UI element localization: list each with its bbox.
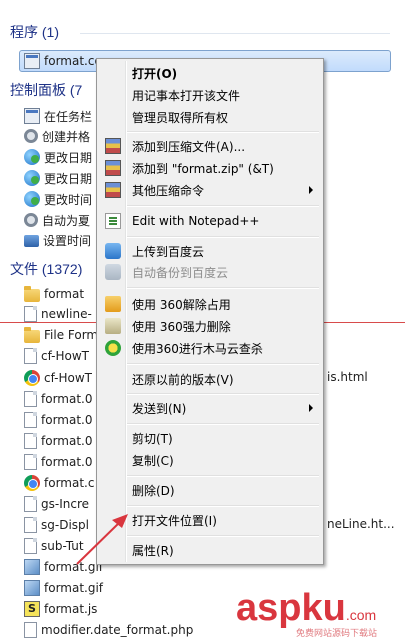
- annotation-arrow-head: [112, 514, 128, 528]
- watermark-brand: aspku: [236, 587, 346, 629]
- annotation-arrow-shaft: [76, 519, 123, 565]
- watermark-tld: .com: [345, 607, 377, 623]
- annotation-arrow: [76, 514, 128, 565]
- watermark-tagline: 免费网站源码下载站: [296, 629, 378, 639]
